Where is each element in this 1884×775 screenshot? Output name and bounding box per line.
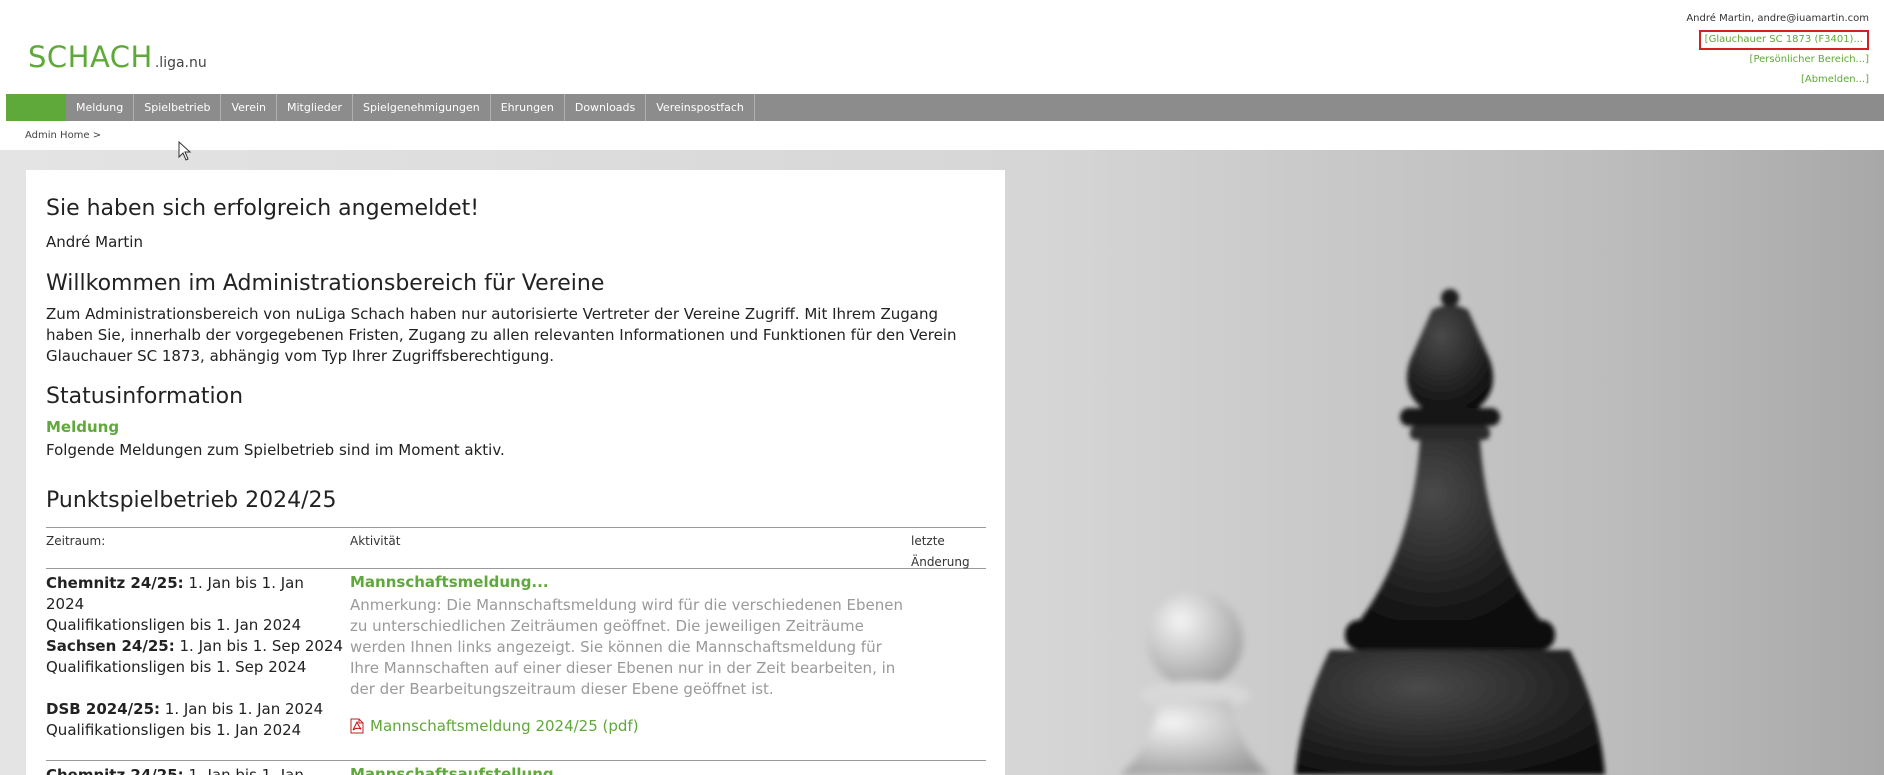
content-panel: Sie haben sich erfolgreich angemeldet! A… bbox=[26, 170, 1005, 775]
team-registration-note: Anmerkung: Die Mannschaftsmeldung wird f… bbox=[350, 596, 904, 698]
col-header-period: Zeitraum: bbox=[46, 534, 106, 548]
nav-item-meldung[interactable]: Meldung bbox=[66, 94, 135, 121]
team-registration-pdf-link[interactable]: Mannschaftsmeldung 2024/25 (pdf) bbox=[350, 717, 639, 735]
period-chemnitz: Chemnitz 24/25: 1. Jan bis 1. Jan 2024 bbox=[46, 765, 346, 775]
table-row: Chemnitz 24/25: 1. Jan bis 1. Jan 2024 M… bbox=[46, 761, 986, 775]
logo-sub-text: .liga.nu bbox=[154, 55, 207, 71]
mouse-cursor-icon bbox=[178, 141, 192, 161]
site-logo[interactable]: SCHACH .liga.nu bbox=[28, 40, 207, 74]
personal-area-link[interactable]: [Persönlicher Bereich...] bbox=[1750, 50, 1869, 70]
period-label: Sachsen 24/25: bbox=[46, 637, 175, 655]
nav-item-ehrungen[interactable]: Ehrungen bbox=[491, 94, 565, 121]
period-chemnitz: Chemnitz 24/25: 1. Jan bis 1. Jan 2024 Q… bbox=[46, 573, 346, 636]
logout-link[interactable]: [Abmelden...] bbox=[1801, 70, 1869, 90]
main-nav: Meldung Spielbetrieb Verein Mitglieder S… bbox=[6, 94, 1884, 121]
nav-item-spielbetrieb[interactable]: Spielbetrieb bbox=[134, 94, 222, 121]
season-heading: Punktspielbetrieb 2024/25 bbox=[46, 488, 337, 513]
table-row: Chemnitz 24/25: 1. Jan bis 1. Jan 2024 Q… bbox=[46, 569, 986, 761]
period-label: DSB 2024/25: bbox=[46, 700, 161, 718]
pdf-icon bbox=[350, 718, 364, 734]
nav-item-spielgenehmigungen[interactable]: Spielgenehmigungen bbox=[353, 94, 491, 121]
team-registration-link[interactable]: Mannschaftsmeldung... bbox=[350, 573, 549, 591]
period-range: 1. Jan bis 1. Sep 2024 bbox=[174, 637, 344, 655]
welcome-text: Zum Administrationsbereich von nuLiga Sc… bbox=[46, 305, 957, 365]
nav-home-block[interactable] bbox=[6, 94, 66, 121]
period-label: Chemnitz 24/25: bbox=[46, 766, 184, 775]
nav-item-vereinspostfach[interactable]: Vereinspostfach bbox=[646, 94, 755, 121]
period-label: Chemnitz 24/25: bbox=[46, 574, 184, 592]
club-link[interactable]: [Glauchauer SC 1873 (F3401)... bbox=[1698, 30, 1869, 50]
logo-main-text: SCHACH bbox=[28, 40, 153, 74]
table-header: Zeitraum: Aktivität letzte Änderung bbox=[46, 527, 986, 569]
black-chess-piece bbox=[1295, 289, 1605, 775]
user-info: André Martin, andre@iuamartin.com bbox=[1686, 13, 1869, 24]
header: SCHACH .liga.nu André Martin, andre@iuam… bbox=[0, 0, 1884, 94]
team-lineup-link[interactable]: Mannschaftsaufstellung... bbox=[350, 765, 571, 775]
period-range: 1. Jan bis 1. Jan 2024 bbox=[160, 700, 324, 718]
status-label-meldung[interactable]: Meldung bbox=[46, 418, 119, 436]
period-qual: Qualifikationsligen bis 1. Jan 2024 bbox=[46, 721, 302, 739]
breadcrumb[interactable]: Admin Home > bbox=[25, 130, 101, 141]
welcome-heading: Willkommen im Administrationsbereich für… bbox=[46, 271, 605, 296]
nav-list: Meldung Spielbetrieb Verein Mitglieder S… bbox=[66, 94, 755, 121]
period-sachsen: Sachsen 24/25: 1. Jan bis 1. Sep 2024 Qu… bbox=[46, 636, 346, 678]
col-header-activity: Aktivität bbox=[350, 534, 401, 548]
user-name: André Martin bbox=[46, 233, 143, 251]
status-text: Folgende Meldungen zum Spielbetrieb sind… bbox=[46, 441, 505, 459]
status-heading: Statusinformation bbox=[46, 384, 244, 409]
activity-table: Zeitraum: Aktivität letzte Änderung Chem… bbox=[46, 527, 986, 775]
col-header-last-change: letzte Änderung bbox=[911, 534, 970, 569]
nav-item-downloads[interactable]: Downloads bbox=[565, 94, 647, 121]
nav-item-verein[interactable]: Verein bbox=[221, 94, 277, 121]
pdf-link-label: Mannschaftsmeldung 2024/25 (pdf) bbox=[370, 717, 639, 735]
period-qual: Qualifikationsligen bis 1. Jan 2024 bbox=[46, 616, 302, 634]
nav-item-mitglieder[interactable]: Mitglieder bbox=[277, 94, 353, 121]
white-chess-pawn bbox=[1120, 592, 1270, 775]
period-dsb: DSB 2024/25: 1. Jan bis 1. Jan 2024 Qual… bbox=[46, 699, 346, 741]
period-qual: Qualifikationsligen bis 1. Sep 2024 bbox=[46, 658, 307, 676]
login-success-heading: Sie haben sich erfolgreich angemeldet! bbox=[46, 196, 480, 221]
user-box: André Martin, andre@iuamartin.com [Glauc… bbox=[1686, 9, 1869, 90]
